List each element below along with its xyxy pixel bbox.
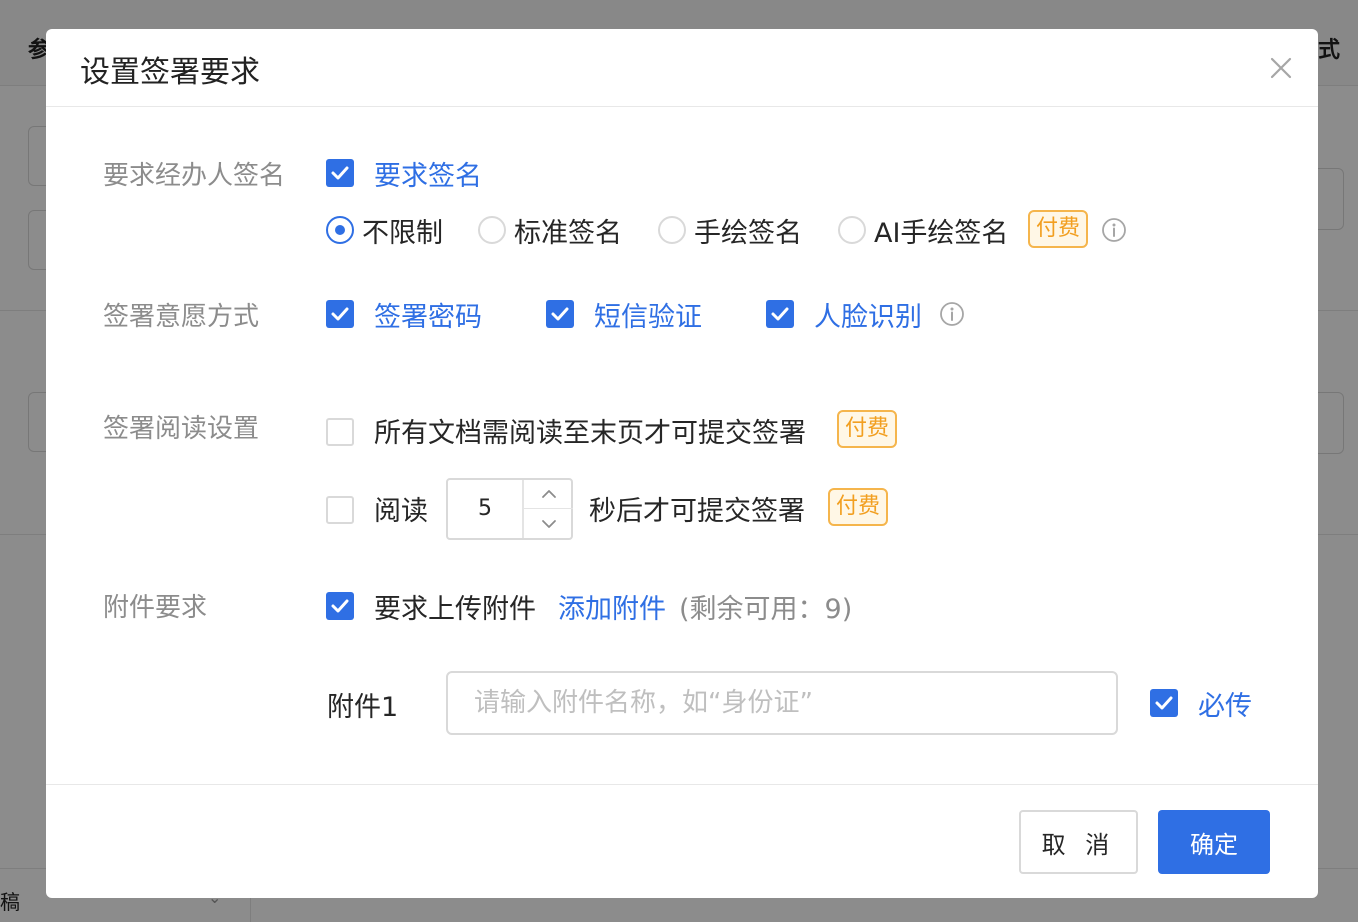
required-attachment-label[interactable]: 必传	[1198, 684, 1252, 723]
add-attachment-link[interactable]: 添加附件	[558, 587, 666, 626]
signature-requirement-label: 要求经办人签名	[103, 161, 286, 191]
read-to-end-label[interactable]: 所有文档需阅读至末页才可提交签署	[374, 411, 806, 450]
reading-setting-label: 签署阅读设置	[103, 414, 260, 444]
sign-password-checkbox[interactable]	[326, 300, 354, 328]
attachment-name-input[interactable]	[446, 671, 1118, 735]
radio-unlimited-label[interactable]: 不限制	[362, 211, 443, 250]
read-to-end-checkbox[interactable]	[326, 418, 354, 446]
sign-password-label[interactable]: 签署密码	[374, 295, 482, 334]
face-recognition-label[interactable]: 人脸识别	[814, 295, 922, 334]
attachment-requirement-label: 附件要求	[103, 593, 208, 623]
paid-badge: 付费	[828, 488, 889, 526]
attachment-1-label: 附件1	[327, 692, 399, 723]
radio-handwritten-signature[interactable]	[658, 216, 686, 244]
modal-title: 设置签署要求	[80, 55, 260, 90]
require-attachment-label[interactable]: 要求上传附件	[374, 587, 536, 626]
paid-badge: 付费	[1028, 210, 1089, 248]
required-attachment-checkbox[interactable]	[1150, 689, 1178, 717]
radio-standard-signature-label[interactable]: 标准签名	[514, 211, 622, 250]
read-seconds-prefix: 阅读	[374, 496, 428, 527]
read-seconds-suffix: 秒后才可提交签署	[589, 496, 805, 527]
stepper-controls	[522, 480, 573, 538]
close-icon[interactable]	[1266, 53, 1296, 83]
require-attachment-checkbox[interactable]	[326, 592, 354, 620]
read-seconds-stepper[interactable]: 5	[446, 478, 573, 540]
sms-verification-checkbox[interactable]	[546, 300, 574, 328]
attachment-remaining: (剩余可用：9)	[679, 594, 853, 625]
info-icon[interactable]	[939, 301, 965, 327]
chevron-up-icon[interactable]	[524, 480, 573, 509]
modal-header: 设置签署要求	[46, 29, 1318, 107]
modal-footer: 取 消 确定	[46, 784, 1318, 898]
intention-method-label: 签署意愿方式	[103, 302, 260, 332]
radio-ai-handwritten-signature[interactable]	[838, 216, 866, 244]
cancel-button[interactable]: 取 消	[1019, 810, 1138, 874]
read-seconds-value[interactable]: 5	[448, 480, 522, 538]
read-seconds-checkbox[interactable]	[326, 496, 354, 524]
info-icon[interactable]	[1101, 217, 1127, 243]
sign-requirements-modal: 设置签署要求 要求经办人签名 要求签名 不限制 标准签名 手绘签名 AI手绘签名…	[46, 29, 1318, 898]
radio-unlimited[interactable]	[326, 216, 354, 244]
radio-standard-signature[interactable]	[478, 216, 506, 244]
require-signature-checkbox[interactable]	[326, 159, 354, 187]
confirm-button[interactable]: 确定	[1158, 810, 1270, 874]
paid-badge: 付费	[837, 410, 898, 448]
face-recognition-checkbox[interactable]	[766, 300, 794, 328]
sms-verification-label[interactable]: 短信验证	[594, 295, 702, 334]
require-signature-label[interactable]: 要求签名	[374, 154, 482, 193]
chevron-down-icon[interactable]	[524, 509, 573, 538]
radio-ai-handwritten-signature-label[interactable]: AI手绘签名	[874, 211, 1008, 250]
radio-handwritten-signature-label[interactable]: 手绘签名	[694, 211, 802, 250]
